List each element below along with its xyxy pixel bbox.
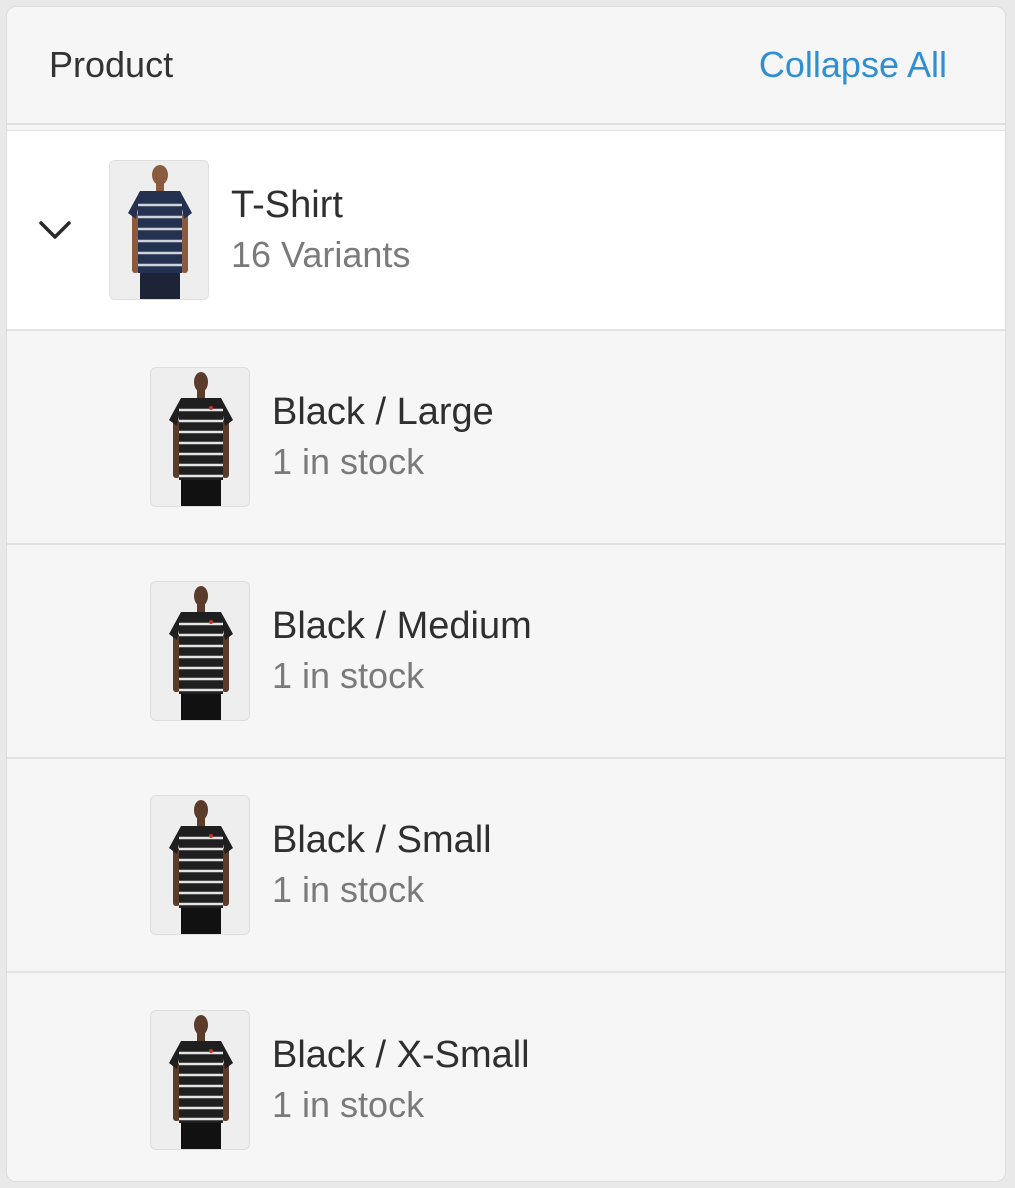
- variant-info: Black / X-Small 1 in stock: [272, 1030, 530, 1130]
- variant-stock: 1 in stock: [272, 655, 425, 696]
- variant-thumbnail: [150, 367, 250, 507]
- product-row[interactable]: T-Shirt 16 Variants: [7, 131, 1005, 331]
- collapse-all-link[interactable]: Collapse All: [759, 44, 947, 86]
- variant-info: Black / Large 1 in stock: [272, 387, 494, 487]
- variant-label: Black / Large: [272, 391, 494, 433]
- variant-stock: 1 in stock: [272, 1084, 425, 1125]
- variant-info: Black / Medium 1 in stock: [272, 601, 532, 701]
- variant-label: Black / Small: [272, 819, 492, 861]
- variant-stock: 1 in stock: [272, 441, 425, 482]
- panel-header: Product Collapse All: [7, 7, 1005, 125]
- product-name: T-Shirt: [231, 184, 343, 226]
- header-title: Product: [49, 44, 174, 85]
- chevron-down-icon[interactable]: [35, 210, 75, 250]
- product-thumbnail: [109, 160, 209, 300]
- variant-list: Black / Large 1 in stock Black / Medium …: [7, 331, 1005, 1181]
- variant-row[interactable]: Black / Large 1 in stock: [7, 331, 1005, 545]
- variant-thumbnail: [150, 1010, 250, 1150]
- variant-row[interactable]: Black / Medium 1 in stock: [7, 545, 1005, 759]
- product-info: T-Shirt 16 Variants: [231, 180, 410, 280]
- variant-stock: 1 in stock: [272, 869, 425, 910]
- variant-row[interactable]: Black / X-Small 1 in stock: [7, 973, 1005, 1181]
- variant-info: Black / Small 1 in stock: [272, 815, 492, 915]
- product-variants-panel: Product Collapse All T-Shirt 16 Variants…: [6, 6, 1006, 1182]
- variant-thumbnail: [150, 795, 250, 935]
- variant-thumbnail: [150, 581, 250, 721]
- variant-label: Black / Medium: [272, 605, 532, 647]
- variant-row[interactable]: Black / Small 1 in stock: [7, 759, 1005, 973]
- variant-label: Black / X-Small: [272, 1034, 530, 1076]
- variant-count: 16 Variants: [231, 234, 411, 275]
